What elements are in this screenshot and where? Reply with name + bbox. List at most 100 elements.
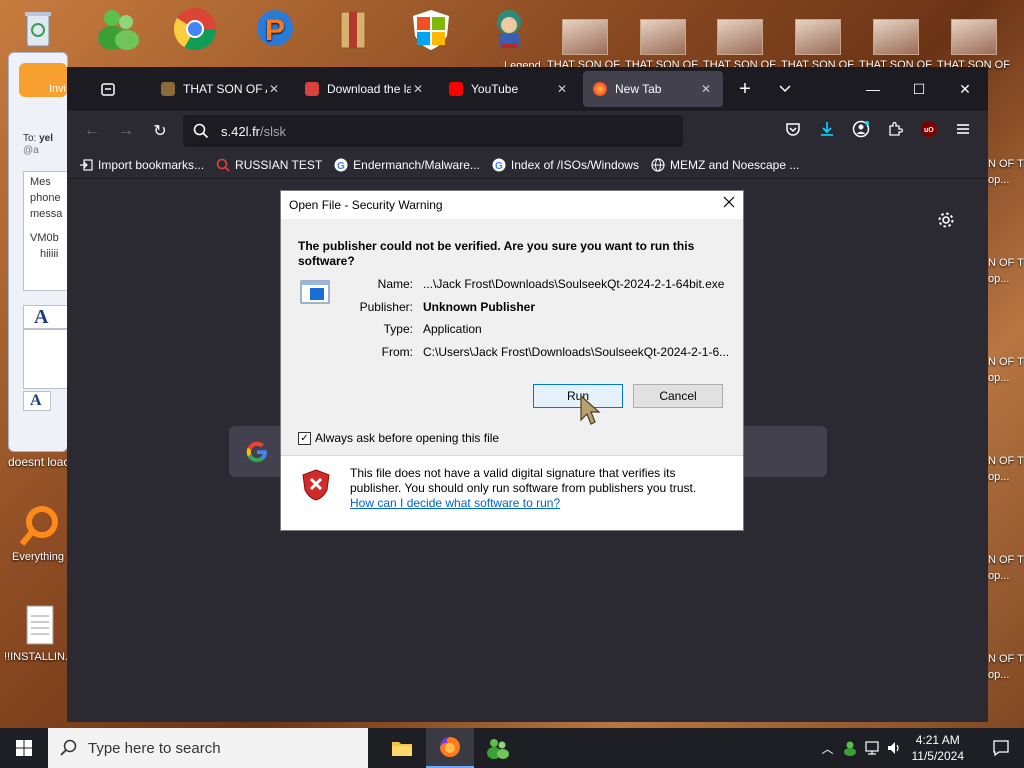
desktop-icon-defender[interactable] [396,6,466,55]
recycle-bin-icon [25,12,51,47]
windows-logo-icon [16,740,32,756]
type-label: Type: [383,322,413,336]
taskbar-firefox[interactable] [426,728,474,768]
cancel-button[interactable]: Cancel [633,384,723,408]
windows-defender-icon [413,10,449,50]
url-path: /slsk [260,123,287,139]
desktop-icon-p-app[interactable]: P [240,6,310,55]
url-bar[interactable]: s.42l.fr/slsk [183,115,683,147]
hamburger-menu-icon [957,123,969,134]
tab-that-son[interactable]: THAT SON OF A ✕ [151,71,291,107]
messenger-window[interactable]: Invi To: yel @a Mes phone messa VM0b hiiiii A… [8,52,68,452]
everything-label: Everything [12,551,64,563]
checkbox-check-icon[interactable]: ✓ [298,431,311,445]
p-app-icon: P [257,10,293,47]
bookmark-memz[interactable]: MEMZ and Noescape ... [651,158,799,172]
desktop-icon-recycle-bin[interactable] [3,6,73,53]
bookmark-import[interactable]: Import bookmarks... [79,158,204,172]
desktop-icon-everything[interactable]: Everything [3,504,73,563]
tab-download[interactable]: Download the la ✕ [295,71,435,107]
list-tabs-button[interactable] [765,67,805,111]
desktop-icon-chrome[interactable] [160,6,230,55]
taskbar-search[interactable]: Type here to search [48,728,368,768]
always-ask-label: Always ask before opening this file [315,431,500,445]
taskbar-search-placeholder: Type here to search [88,739,221,757]
search-icon [216,158,230,172]
messenger-icon [98,10,139,50]
network-icon[interactable] [864,740,880,756]
clock-time: 4:21 AM [915,733,960,747]
taskbar-messenger[interactable] [474,728,522,768]
thumb-icon-3[interactable] [717,19,763,55]
name-label: Name: [377,277,413,291]
folder-icon [392,742,412,756]
thumb-icon-5[interactable] [873,19,919,55]
menu-button[interactable] [946,121,980,142]
name-value: ...\Jack Frost\Downloads\SoulseekQt-2024… [423,277,725,291]
nav-bar: ← → ↻ s.42l.fr/slsk uO [67,111,988,151]
downloads-button[interactable] [810,121,844,142]
messenger-input[interactable] [23,329,67,389]
taskbar-clock[interactable]: 4:21 AM 11/5/2024 [912,732,965,764]
close-icon[interactable]: ✕ [267,82,281,96]
close-icon[interactable]: ✕ [699,82,713,96]
messenger-invite-button[interactable]: Invi [19,63,67,97]
tab-bar: THAT SON OF A ✕ Download the la ✕ YouTub… [67,67,988,111]
everything-search-icon [19,506,58,546]
dialog-footer: This file does not have a valid digital … [281,456,743,530]
thumb-icon-1[interactable] [562,19,608,55]
thumb-icon-4[interactable] [795,19,841,55]
warning-text: This file does not have a valid digital … [350,466,697,495]
bookmark-russian-test[interactable]: RUSSIAN TEST [216,158,322,172]
close-icon[interactable]: ✕ [555,82,569,96]
messenger-format-button[interactable]: A [23,391,51,411]
minimize-button[interactable]: — [850,81,896,97]
close-icon[interactable]: ✕ [411,82,425,96]
messenger-font-button[interactable]: A [23,305,67,329]
extensions-button[interactable] [878,121,912,142]
tab-youtube[interactable]: YouTube ✕ [439,71,579,107]
desktop-icon-installin[interactable]: !!INSTALLIN... [4,604,74,663]
taskbar-file-explorer[interactable] [378,728,426,768]
thumb-icon-6[interactable] [951,19,997,55]
new-tab-button[interactable]: + [725,67,765,111]
pocket-button[interactable] [776,121,810,142]
google-icon: G [334,158,348,172]
messenger-tray-icon[interactable] [842,740,858,756]
forward-button[interactable]: → [109,122,143,140]
start-button[interactable] [0,728,48,768]
tab-new-tab[interactable]: New Tab ✕ [583,71,723,107]
bookmark-isos[interactable]: G Index of /ISOs/Windows [492,158,639,172]
desktop-icon-messenger[interactable] [83,6,153,55]
thumb-icon-2[interactable] [640,19,686,55]
doesnt-load-label: doesnt loac [8,455,70,469]
firefox-view-icon [101,83,115,96]
window-close-button[interactable]: ✕ [942,81,988,98]
account-button[interactable] [844,120,878,143]
from-label: From: [381,345,413,359]
bookmark-endermanch[interactable]: G Endermanch/Malware... [334,158,480,172]
chevron-down-icon [779,85,791,93]
dialog-close-button[interactable] [723,195,735,213]
back-button[interactable]: ← [75,122,109,140]
settings-button[interactable] [937,211,955,232]
volume-icon[interactable] [886,740,902,756]
right-strip-4: N OF Top... [988,455,1024,483]
messenger-messages: Mes phone messa VM0b hiiiii [23,171,67,291]
download-site-icon [305,82,319,96]
ublock-button[interactable]: uO [912,120,946,143]
notifications-button[interactable] [978,728,1024,768]
search-icon [60,739,77,756]
help-link[interactable]: How can I decide what software to run? [350,496,560,510]
desktop-icon-game[interactable]: Legend [474,6,544,72]
desktop-icon-winrar[interactable] [318,6,388,55]
download-icon [821,121,833,136]
firefox-view-button[interactable] [67,67,149,111]
search-icon [193,123,209,139]
reload-button[interactable]: ↻ [143,121,177,141]
tray-overflow-button[interactable]: ︿ [821,740,833,757]
always-ask-checkbox[interactable]: ✓ Always ask before opening this file [298,431,499,445]
maximize-button[interactable]: ☐ [896,81,942,98]
from-value: C:\Users\Jack Frost\Downloads\SoulseekQt… [423,345,730,359]
security-warning-dialog[interactable]: Open File - Security Warning The publish… [280,190,744,531]
